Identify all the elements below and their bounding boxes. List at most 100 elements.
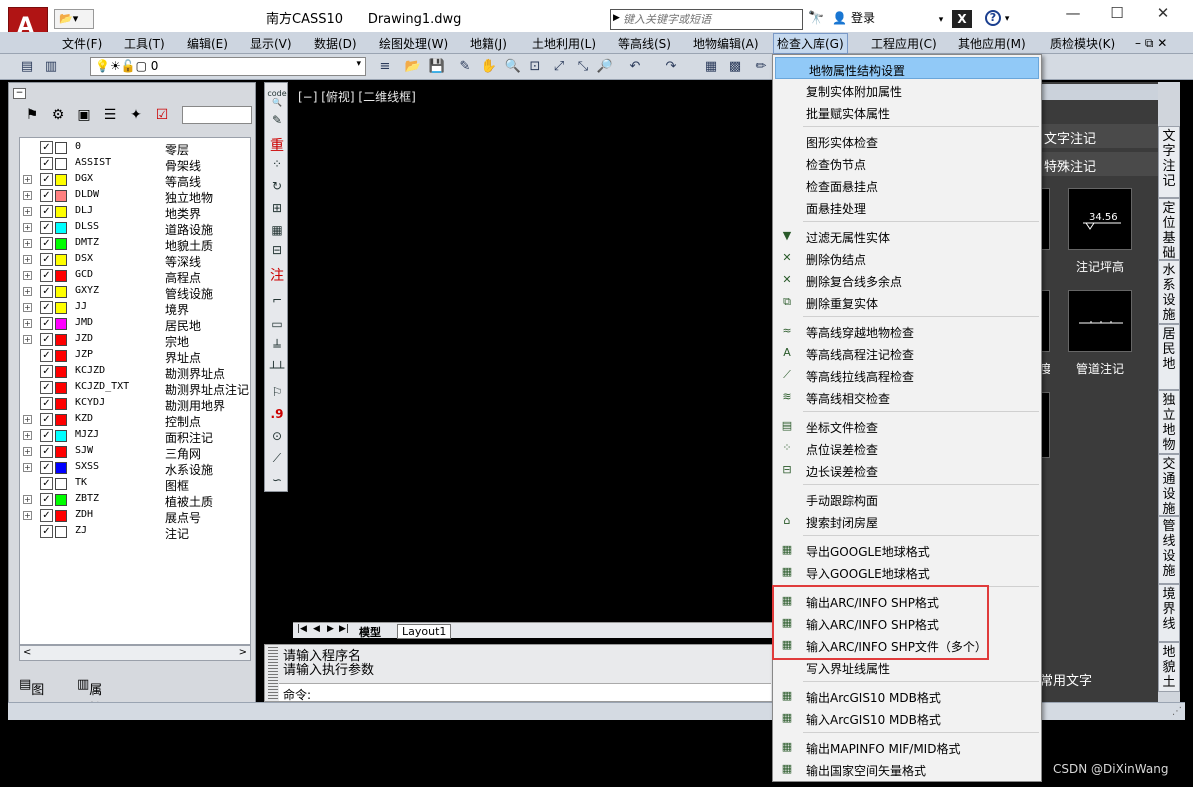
layer-visible-checkbox[interactable]: ✓ [40,429,53,442]
layer-row[interactable]: + ✓ JMD 居民地 [20,316,250,333]
redo-icon[interactable]: ↷ [662,58,680,76]
layer-color-swatch[interactable] [55,382,67,394]
layer-color-swatch[interactable] [55,142,67,154]
menu-file[interactable]: 文件(F) [62,35,102,52]
layer-visible-checkbox[interactable]: ✓ [40,349,53,362]
expand-icon[interactable]: + [23,271,32,280]
next-tab-icon[interactable]: ▶ [327,624,334,634]
menu-check-storage[interactable]: 检查入库(G) [773,33,848,54]
edit-node-icon[interactable]: ✎ [267,113,287,133]
expand-icon[interactable]: + [23,175,32,184]
layer-row[interactable]: + ✓ DLDW 独立地物 [20,188,250,205]
layer-visible-checkbox[interactable]: ✓ [40,285,53,298]
layer-visible-checkbox[interactable]: ✓ [40,445,53,458]
menu-item[interactable]: ▦ 输出ArcGIS10 MDB格式 [773,685,1041,707]
layer-dropdown[interactable]: 💡☀🔓▢ 0 ▾ [90,57,366,76]
expand-icon[interactable]: + [23,191,32,200]
menu-item[interactable]: 批量赋实体属性 [773,101,1041,123]
layer-visible-checkbox[interactable]: ✓ [40,525,53,538]
layer-visible-checkbox[interactable]: ✓ [40,237,53,250]
vtab-positioning[interactable]: 定位基础 [1158,198,1180,261]
layer-color-swatch[interactable] [55,174,67,186]
rotate-icon[interactable]: ↻ [267,179,287,199]
menu-item[interactable]: ≈ 等高线穿越地物检查 [773,320,1041,342]
close-icon[interactable]: ✕ [1146,4,1180,26]
layer-color-swatch[interactable] [55,526,67,538]
menu-edit[interactable]: 编辑(E) [187,35,228,52]
select-all-check-icon[interactable]: ☑ [151,105,173,125]
menu-item[interactable]: ⟋ 等高线拉线高程检查 [773,364,1041,386]
layer-color-swatch[interactable] [55,510,67,522]
points-icon[interactable]: ⁘ [267,157,287,177]
circle-point-icon[interactable]: ⊙ [267,429,287,449]
expand-icon[interactable]: + [23,255,32,264]
layer-row[interactable]: + ✓ ZDH 展点号 [20,508,250,525]
layer-visible-checkbox[interactable]: ✓ [40,317,53,330]
menu-item[interactable]: ⊟ 边长误差检查 [773,459,1041,481]
tab-properties[interactable]: ▥ 属性 [77,677,102,717]
palette-section-text-annotation[interactable]: 文字注记 [1040,124,1158,148]
menu-drawing-process[interactable]: 绘图处理(W) [379,35,448,52]
measure-icon[interactable]: ⊟ [267,243,287,263]
menu-item[interactable]: ▦ 导出GOOGLE地球格式 [773,539,1041,561]
expand-icon[interactable]: + [23,431,32,440]
menu-item[interactable]: 图形实体检查 [773,130,1041,152]
palette-common-text[interactable]: 常用文字 [1040,670,1092,689]
save-icon[interactable]: 💾 [428,58,446,76]
zoom-icon[interactable]: 🔍 [504,58,522,76]
properties-icon[interactable]: ▦ [702,58,720,76]
menu-item[interactable]: ▦ 输入ArcGIS10 MDB格式 [773,707,1041,729]
mdi-controls[interactable]: – ⧉ ✕ [1135,36,1167,51]
repeat-icon[interactable]: 重 [267,135,287,155]
menu-item[interactable]: ⌂ 搜索封闭房屋 [773,510,1041,532]
layer-row[interactable]: ✓ KCYDJ 勘测用地界 [20,396,250,413]
vtab-boundary[interactable]: 境界线 [1158,584,1180,642]
expand-icon[interactable]: + [23,463,32,472]
layer-row[interactable]: + ✓ MJZJ 面积注记 [20,428,250,445]
layer-color-swatch[interactable] [55,254,67,266]
layer-color-swatch[interactable] [55,222,67,234]
zoom-extents-icon[interactable]: ⤢ [550,58,568,76]
expand-icon[interactable]: + [23,415,32,424]
menu-item[interactable]: 检查伪节点 [773,152,1041,174]
resize-grip-icon[interactable]: ⋰ [1172,706,1182,717]
layer-visible-checkbox[interactable]: ✓ [40,205,53,218]
layer-row[interactable]: ✓ KCJZD_TXT 勘测界址点注记 [20,380,250,397]
polygon-icon[interactable]: ⌐ [267,293,287,313]
layer-row[interactable]: + ✓ SXSS 水系设施 [20,460,250,477]
vtab-text-annotation[interactable]: 文字注记 [1158,126,1180,198]
layer-row[interactable]: ✓ TK 图框 [20,476,250,493]
open-folder-button[interactable]: 📂▾ [54,9,94,29]
zoom-window-icon[interactable]: ⊡ [526,58,544,76]
layer-color-swatch[interactable] [55,270,67,282]
menu-item[interactable]: 面悬挂处理 [773,196,1041,218]
layer-settings-icon[interactable]: ⚙ [47,105,69,125]
command-grip-handle[interactable] [268,647,278,699]
layer-row[interactable]: ✓ KCJZD 勘测界址点 [20,364,250,381]
symbol-elevation-annotation[interactable]: 34.56 [1068,188,1132,250]
layer-color-swatch[interactable] [55,462,67,474]
layer-row[interactable]: ✓ 0 零层 [20,140,250,157]
menu-view[interactable]: 显示(V) [250,35,292,52]
binoculars-icon[interactable]: 🔭 [808,11,824,26]
menu-item[interactable]: 手动跟踪构面 [773,488,1041,510]
tab-model[interactable]: 模型 [359,624,381,641]
layer-row[interactable]: + ✓ DGX 等高线 [20,172,250,189]
scroll-left-icon[interactable]: < [23,647,31,658]
layer-color-swatch[interactable] [55,494,67,506]
menu-contour[interactable]: 等高线(S) [618,35,671,52]
undo-icon[interactable]: ↶ [626,58,644,76]
grid-icon[interactable]: ▦ [267,223,287,243]
layer-visible-checkbox[interactable]: ✓ [40,509,53,522]
search-box[interactable]: ▶ [610,9,803,30]
viewport-label[interactable]: [−] [俯视] [二维线框] [298,88,416,105]
fence-icon[interactable]: ⊞ [267,201,287,221]
layer-visible-checkbox[interactable]: ✓ [40,253,53,266]
find-icon[interactable]: 🔎 [596,58,614,76]
layer-visible-checkbox[interactable]: ✓ [40,333,53,346]
layer-list-icon[interactable]: ☰ [99,105,121,125]
layer-visible-checkbox[interactable]: ✓ [40,477,53,490]
menu-item[interactable]: ⧉ 删除重复实体 [773,291,1041,313]
menu-cadastre[interactable]: 地籍(J) [470,35,507,52]
search-expand-icon[interactable]: ▶ [613,13,620,23]
